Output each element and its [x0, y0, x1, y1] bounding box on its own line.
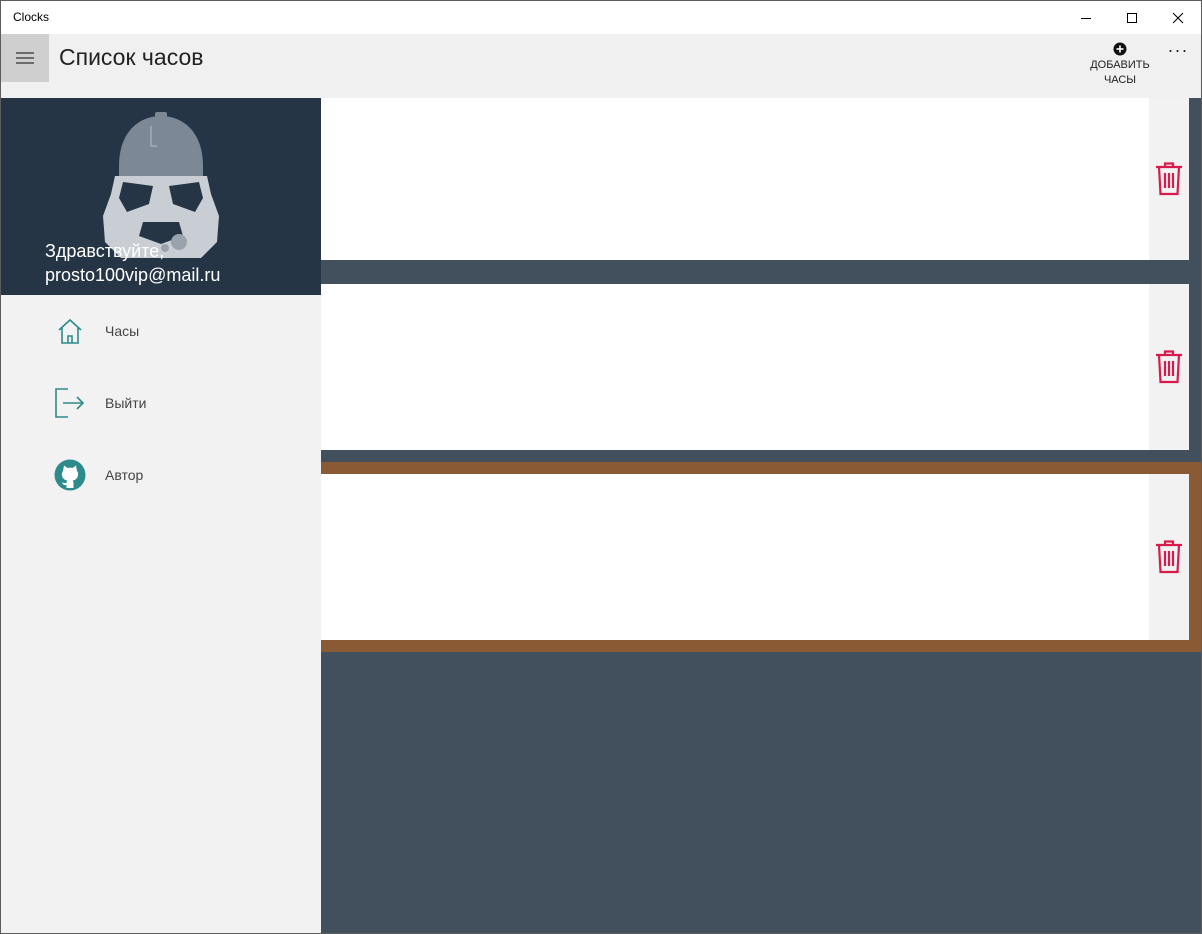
minimize-icon [1081, 17, 1091, 19]
delete-clock-button[interactable] [1149, 98, 1189, 260]
add-circle-icon [1113, 42, 1127, 56]
command-bar: Список часов ДОБАВИТЬ ЧАСЫ ··· [1, 34, 1201, 98]
app-window: Clocks Список часов ДОБАВИТЬ ЧАСЫ ··· Зд… [0, 0, 1202, 934]
greeting: Здравствуйте, prosto100vip@mail.ru [45, 239, 220, 287]
trash-icon [1156, 350, 1182, 384]
close-icon [1172, 12, 1184, 23]
user-header: Здравствуйте, prosto100vip@mail.ru [1, 98, 321, 295]
title-bar: Clocks [1, 1, 1201, 34]
minimize-button[interactable] [1063, 1, 1109, 34]
clock-card[interactable] [321, 98, 1189, 260]
trash-icon [1156, 162, 1182, 196]
add-clock-button[interactable]: ДОБАВИТЬ ЧАСЫ [1081, 42, 1159, 94]
github-icon [52, 457, 88, 493]
nav-item-label: Выйти [105, 395, 147, 411]
nav-item-author[interactable]: Автор [1, 445, 321, 505]
hamburger-icon [16, 52, 34, 64]
hamburger-button[interactable] [1, 34, 49, 82]
nav-item-label: Часы [105, 323, 140, 339]
delete-clock-button[interactable] [1149, 284, 1189, 450]
maximize-button[interactable] [1109, 1, 1155, 34]
nav-item-clocks[interactable]: Часы [1, 301, 321, 361]
sign-out-icon [52, 385, 88, 421]
close-button[interactable] [1155, 1, 1201, 34]
greeting-label: Здравствуйте, [45, 241, 165, 261]
home-icon [52, 313, 88, 349]
add-clock-label: ДОБАВИТЬ ЧАСЫ [1090, 59, 1150, 86]
clock-card[interactable] [321, 284, 1189, 450]
clock-card-selected[interactable] [321, 474, 1189, 640]
user-email: prosto100vip@mail.ru [45, 265, 221, 285]
navigation-pane: Здравствуйте, prosto100vip@mail.ru Часы [1, 98, 321, 933]
delete-clock-button[interactable] [1149, 474, 1189, 640]
window-title: Clocks [13, 9, 50, 24]
nav-item-label: Автор [105, 467, 144, 483]
maximize-icon [1127, 12, 1137, 23]
more-options-button[interactable]: ··· [1161, 40, 1195, 68]
page-title: Список часов [59, 44, 204, 70]
nav-item-logout[interactable]: Выйти [1, 373, 321, 433]
trash-icon [1156, 540, 1182, 574]
